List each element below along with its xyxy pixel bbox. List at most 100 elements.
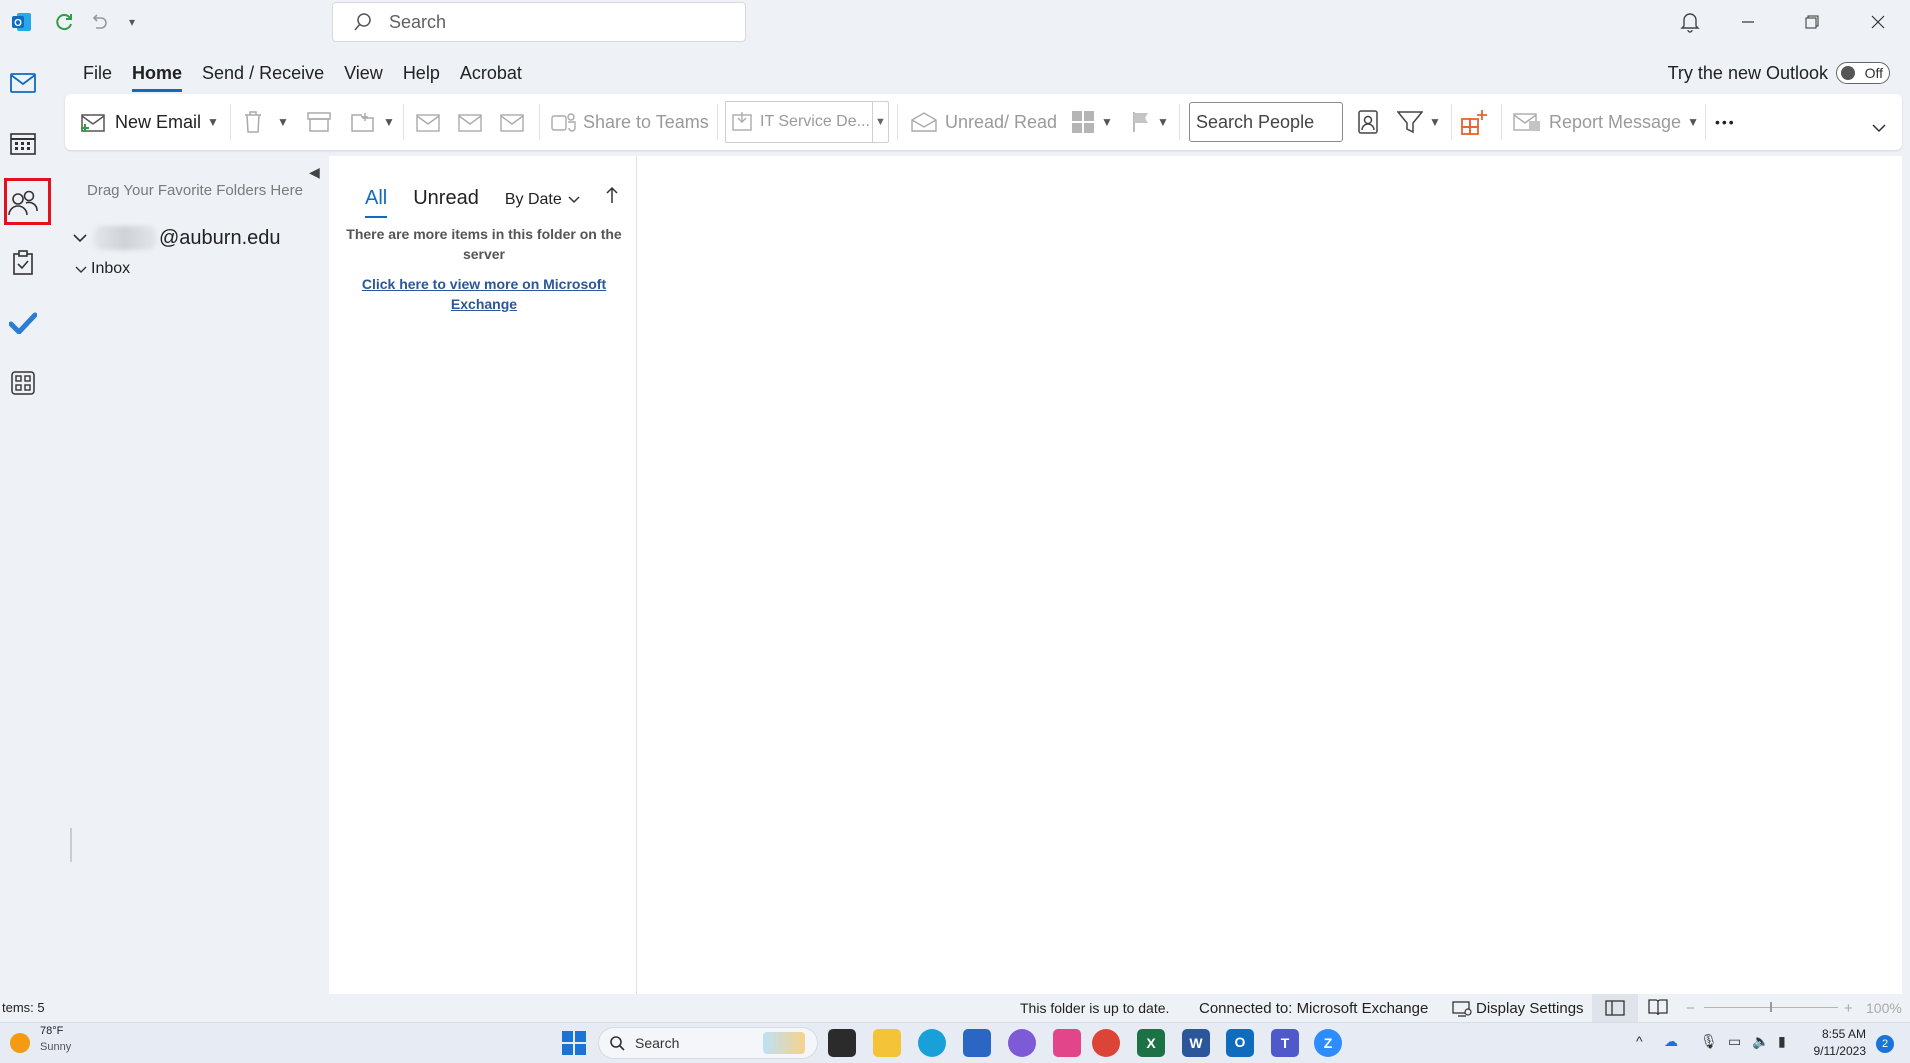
view-on-exchange-link[interactable]: Click here to view more on Microsoft Exc… xyxy=(339,274,629,314)
microphone-icon[interactable]: 🎙 xyxy=(1700,1033,1718,1050)
tab-unread[interactable]: Unread xyxy=(413,187,479,210)
sort-by-date[interactable]: By Date xyxy=(505,191,580,209)
sun-icon xyxy=(10,1033,30,1053)
teams-taskbar-icon[interactable]: T xyxy=(1271,1029,1299,1057)
display-settings-button[interactable]: Display Settings xyxy=(1452,1000,1584,1017)
divider xyxy=(539,104,540,140)
sync-icon[interactable] xyxy=(52,10,76,34)
file-explorer-icon[interactable] xyxy=(873,1029,901,1057)
redacted-username xyxy=(93,226,157,250)
follow-up-button[interactable]: ▼ xyxy=(1131,106,1169,138)
tasks-icon[interactable] xyxy=(6,246,40,280)
bell-icon[interactable] xyxy=(1676,8,1704,36)
chevron-down-icon[interactable]: ▼ xyxy=(383,115,395,129)
menu-acrobat[interactable]: Acrobat xyxy=(460,63,522,88)
menu-view[interactable]: View xyxy=(344,63,383,88)
categorize-button[interactable]: ▼ xyxy=(1071,106,1113,138)
sort-direction-icon[interactable] xyxy=(606,186,618,210)
photos-icon[interactable] xyxy=(1053,1029,1081,1057)
windows-start-icon[interactable] xyxy=(562,1031,586,1060)
reading-view-button[interactable] xyxy=(1648,998,1668,1020)
delete-button[interactable]: ▼ xyxy=(243,106,289,138)
toggle-knob xyxy=(1841,66,1855,80)
taskbar-search-input[interactable]: Search xyxy=(598,1027,818,1059)
menu-file[interactable]: File xyxy=(83,63,112,88)
onedrive-icon[interactable]: ☁ xyxy=(1664,1033,1678,1050)
chevron-down-icon xyxy=(1872,124,1886,133)
search-input[interactable]: Search xyxy=(332,2,746,42)
share-to-teams-button[interactable]: Share to Teams xyxy=(551,106,709,138)
collapse-folder-pane-icon[interactable]: ◀ xyxy=(309,164,320,181)
move-button[interactable]: ▼ xyxy=(351,106,395,138)
new-email-button[interactable]: New Email ▼ xyxy=(81,106,219,138)
mail-icon[interactable] xyxy=(6,66,40,100)
calendar-icon[interactable] xyxy=(6,126,40,160)
new-outlook-toggle[interactable]: Off xyxy=(1836,62,1890,84)
word-icon[interactable]: W xyxy=(1182,1029,1210,1057)
normal-view-button[interactable] xyxy=(1592,994,1638,1022)
edge-icon[interactable] xyxy=(918,1029,946,1057)
account-folder[interactable]: @auburn.edu xyxy=(73,226,281,250)
menu-send-receive[interactable]: Send / Receive xyxy=(202,63,324,88)
menu-help[interactable]: Help xyxy=(403,63,440,88)
forward-button[interactable] xyxy=(499,106,525,138)
reply-icon xyxy=(416,114,440,132)
menu-home[interactable]: Home xyxy=(132,63,183,92)
zoom-slider-thumb[interactable] xyxy=(1770,1002,1772,1012)
addins-icon xyxy=(1461,110,1487,135)
reply-all-button[interactable] xyxy=(457,106,483,138)
reply-button[interactable] xyxy=(415,106,441,138)
zoom-out-icon[interactable]: − xyxy=(1686,1000,1695,1017)
store-icon[interactable] xyxy=(963,1029,991,1057)
chevron-down-icon[interactable]: ▼ xyxy=(1429,115,1441,129)
forward-icon xyxy=(500,114,524,132)
filter-icon xyxy=(1397,111,1423,134)
undo-icon[interactable] xyxy=(86,10,110,34)
chevron-down-icon[interactable]: ▼ xyxy=(277,115,289,129)
tab-all[interactable]: All xyxy=(365,187,388,218)
todo-icon[interactable] xyxy=(6,306,40,340)
apps-icon[interactable] xyxy=(6,366,40,400)
chevron-down-icon[interactable]: ▼ xyxy=(1157,115,1169,129)
zoom-app-icon[interactable]: Z xyxy=(1314,1029,1342,1057)
quick-access-dropdown-icon[interactable]: ▾ xyxy=(120,10,144,34)
chrome-icon[interactable] xyxy=(1092,1029,1120,1057)
chevron-down-icon[interactable]: ▼ xyxy=(1101,115,1113,129)
quick-steps-dropdown[interactable]: IT Service De... ▼ xyxy=(725,101,889,143)
network-icon[interactable]: ▭ xyxy=(1728,1033,1741,1050)
close-button[interactable] xyxy=(1864,8,1892,36)
zoom-level[interactable]: 100% xyxy=(1866,1000,1902,1016)
unread-read-button[interactable]: Unread/ Read xyxy=(911,106,1057,138)
notification-badge[interactable]: 2 xyxy=(1876,1035,1894,1053)
weather-desc[interactable]: Sunny xyxy=(40,1041,71,1053)
chevron-down-icon[interactable]: ▼ xyxy=(872,102,888,142)
clock-date[interactable]: 9/11/2023 xyxy=(1806,1044,1867,1058)
address-book-button[interactable] xyxy=(1357,106,1379,138)
items-count: tems: 5 xyxy=(2,1000,45,1015)
clock-time[interactable]: 8:55 AM xyxy=(1806,1027,1866,1041)
minimize-button[interactable] xyxy=(1734,8,1762,36)
excel-icon[interactable]: X xyxy=(1137,1029,1165,1057)
report-message-button[interactable]: Report Message ▼ xyxy=(1513,106,1699,138)
restore-button[interactable] xyxy=(1798,8,1826,36)
inbox-folder[interactable]: Inbox xyxy=(75,260,130,278)
chevron-up-icon[interactable]: ^ xyxy=(1636,1033,1643,1049)
task-view-icon[interactable] xyxy=(828,1029,856,1057)
weather-temp[interactable]: 78°F xyxy=(40,1025,63,1037)
battery-icon[interactable]: ▮ xyxy=(1778,1033,1786,1050)
more-options-button[interactable]: ••• xyxy=(1715,106,1736,138)
volume-icon[interactable]: 🔈 xyxy=(1752,1033,1769,1050)
search-people-input[interactable]: Search People xyxy=(1189,102,1343,142)
archive-button[interactable] xyxy=(307,106,331,138)
expand-ribbon-button[interactable] xyxy=(1871,112,1887,144)
zoom-in-icon[interactable]: + xyxy=(1844,1000,1853,1017)
get-addins-button[interactable] xyxy=(1461,106,1487,138)
filter-email-button[interactable]: ▼ xyxy=(1397,106,1441,138)
categorize-icon xyxy=(1072,111,1094,133)
chevron-down-icon[interactable]: ▼ xyxy=(207,115,219,129)
pane-resize-handle[interactable] xyxy=(70,828,72,862)
copilot-icon[interactable] xyxy=(1008,1029,1036,1057)
chevron-down-icon[interactable]: ▼ xyxy=(1687,115,1699,129)
quick-step-icon xyxy=(732,112,752,131)
outlook-taskbar-icon[interactable]: O xyxy=(1226,1029,1254,1057)
